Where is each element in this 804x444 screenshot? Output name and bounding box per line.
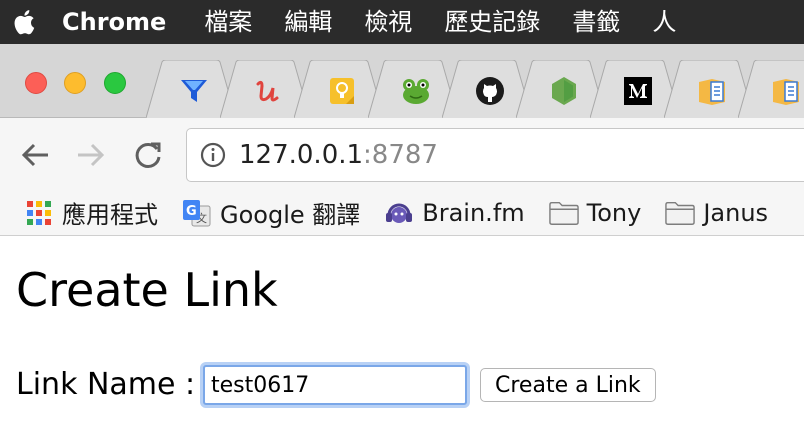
menu-bookmarks[interactable]: 書籤 (556, 0, 636, 44)
link-name-input[interactable] (203, 365, 467, 405)
page-content: Create Link Link Name : Create a Link (0, 237, 804, 444)
brainfm-icon (384, 198, 414, 228)
menu-people[interactable]: 人 (636, 0, 692, 44)
funnel-icon (177, 74, 211, 108)
url-text: 127.0.0.1:8787 (239, 140, 438, 170)
book-icon (769, 74, 803, 108)
menu-view[interactable]: 檢視 (348, 0, 428, 44)
apps-grid-icon (24, 198, 54, 228)
github-icon (473, 74, 507, 108)
book-icon (695, 74, 729, 108)
url-host: 127.0.0.1 (239, 140, 364, 170)
bookmarks-bar: 應用程式 文G Google 翻譯 Brain.fm Tony Janus (0, 190, 804, 236)
forward-arrow-icon[interactable] (74, 138, 108, 172)
bookmark-folder-janus[interactable]: Janus (641, 190, 768, 236)
create-link-button[interactable]: Create a Link (480, 368, 656, 402)
bookmark-folder-tony[interactable]: Tony (525, 190, 642, 236)
bookmark-google-translate[interactable]: 文G Google 翻譯 (158, 190, 360, 236)
folder-icon (548, 198, 579, 228)
svg-text:G: G (186, 204, 197, 219)
medium-icon (621, 74, 655, 108)
address-bar[interactable]: 127.0.0.1:8787 (186, 128, 804, 182)
menu-app-chrome[interactable]: Chrome (48, 0, 188, 44)
bookmark-label: Google 翻譯 (220, 201, 361, 229)
bookmark-label: Brain.fm (422, 198, 525, 227)
window-maximize-button[interactable] (104, 72, 126, 94)
bookmark-label: Janus (703, 198, 769, 227)
nodejs-icon (547, 74, 581, 108)
page-title: Create Link (16, 263, 278, 317)
frog-icon (399, 74, 433, 108)
u-logo-icon (251, 74, 285, 108)
google-translate-icon: 文G (182, 198, 212, 228)
bookmark-label: Tony (586, 198, 642, 227)
url-port: :8787 (363, 140, 438, 170)
window-close-button[interactable] (25, 72, 47, 94)
tab-9[interactable] (738, 60, 804, 118)
bookmark-brainfm[interactable]: Brain.fm (360, 190, 525, 236)
menu-edit[interactable]: 編輯 (268, 0, 348, 44)
lightbulb-icon (325, 74, 359, 108)
browser-toolbar: 127.0.0.1:8787 (0, 118, 804, 190)
folder-icon (665, 198, 696, 228)
menu-file[interactable]: 檔案 (188, 0, 268, 44)
window-minimize-button[interactable] (64, 72, 86, 94)
link-name-label: Link Name : (16, 367, 196, 402)
menu-history[interactable]: 歷史記錄 (428, 0, 556, 44)
back-arrow-icon[interactable] (18, 138, 52, 172)
tab-strip (0, 44, 804, 118)
apple-logo-icon[interactable] (0, 0, 48, 44)
info-icon[interactable] (199, 141, 227, 169)
bookmark-apps[interactable]: 應用程式 (0, 190, 158, 236)
reload-icon[interactable] (131, 138, 165, 172)
bookmark-label: 應用程式 (62, 201, 158, 229)
macos-menu-bar: Chrome 檔案 編輯 檢視 歷史記錄 書籤 人 (0, 0, 804, 44)
